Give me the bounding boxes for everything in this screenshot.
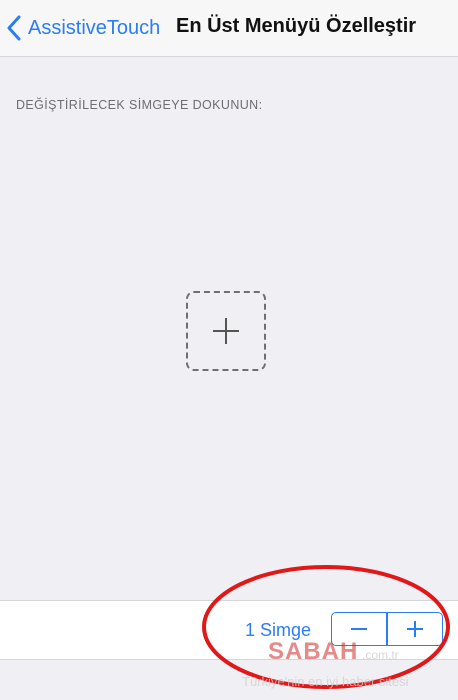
navigation-bar: AssistiveTouch En Üst Menüyü Özelleştir	[0, 0, 458, 57]
watermark-domain: .com.tr	[362, 648, 399, 662]
chevron-left-icon	[7, 15, 21, 41]
minus-icon	[351, 628, 368, 630]
watermark-tagline: Türkiye'nin en iyi haber sitesi	[242, 674, 409, 689]
increment-button[interactable]	[388, 613, 442, 645]
add-icon-slot[interactable]	[186, 291, 266, 371]
back-button-label: AssistiveTouch	[28, 16, 161, 39]
page-title: En Üst Menüyü Özelleştir	[176, 15, 417, 37]
back-button[interactable]: AssistiveTouch	[6, 10, 160, 46]
watermark-logo: SABAH	[268, 638, 359, 665]
plus-icon	[406, 621, 423, 637]
plus-icon	[213, 318, 239, 344]
section-header: DEĞİŞTİRİLECEK SİMGEYE DOKUNUN:	[16, 98, 263, 112]
